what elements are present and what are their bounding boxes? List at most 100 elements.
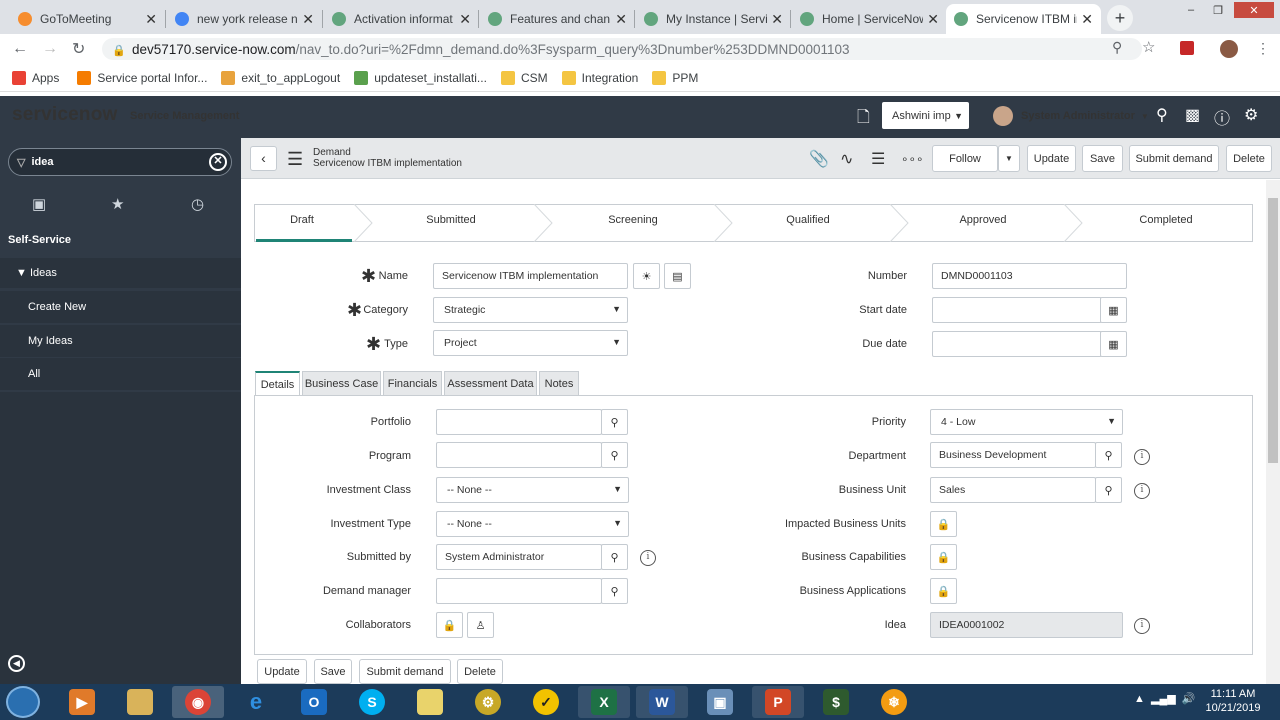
favorites-star-icon[interactable]: ★ (111, 195, 124, 213)
close-tab-icon[interactable]: ✕ (1081, 11, 1093, 28)
browser-tab[interactable]: new york release n ✕ (167, 4, 322, 34)
investment-class-select[interactable]: -- None -- ▼ (436, 477, 629, 503)
browser-tab[interactable]: Activation informat ✕ (324, 4, 479, 34)
bookmark-item[interactable]: Apps (12, 70, 59, 85)
search-icon[interactable]: ⚲ (1156, 105, 1168, 125)
tab-details[interactable]: Details (255, 371, 300, 397)
close-tab-icon[interactable]: ✕ (302, 11, 314, 28)
minimize-button[interactable]: – (1178, 2, 1204, 18)
bottom-submit-demand-button[interactable]: Submit demand (359, 659, 451, 684)
activity-pulse-icon[interactable]: ∿ (840, 149, 853, 169)
lightbulb-icon[interactable]: ☀ (633, 263, 660, 289)
bookmark-item[interactable]: Service portal Infor... (77, 70, 207, 85)
bottom-delete-button[interactable]: Delete (457, 659, 503, 684)
back-arrow-icon[interactable]: ← (12, 40, 28, 58)
scrollbar-thumb[interactable] (1268, 198, 1278, 463)
lookup-search-icon[interactable]: ⚲ (1095, 442, 1122, 468)
close-tab-icon[interactable]: ✕ (771, 11, 783, 28)
lock-icon[interactable]: 🔒 (930, 544, 957, 570)
attachment-paperclip-icon[interactable]: 📎 (809, 149, 829, 169)
close-tab-icon[interactable]: ✕ (145, 11, 157, 28)
collapse-navigator-icon[interactable]: ◀ (8, 655, 25, 672)
new-tab-button[interactable]: + (1107, 5, 1133, 31)
tab-notes[interactable]: Notes (539, 371, 579, 396)
domain-picker[interactable]: Ashwini imp ▼ (882, 102, 969, 129)
sticky-notes-icon[interactable] (404, 686, 456, 718)
excel-icon[interactable]: X (578, 686, 630, 718)
lock-icon[interactable]: 🔒 (930, 578, 957, 604)
database-icon[interactable]: ▤ (664, 263, 691, 289)
close-tab-icon[interactable]: ✕ (927, 11, 939, 28)
bookmark-item[interactable]: PPM (652, 70, 698, 85)
submitted-by-field[interactable]: System Administrator (436, 544, 602, 570)
snowflake-app-icon[interactable]: ❄ (868, 686, 920, 718)
media-player-icon[interactable]: ▶ (56, 686, 108, 718)
zoom-search-icon[interactable]: ⚲ (1112, 39, 1122, 56)
info-icon[interactable]: i (1134, 618, 1150, 634)
follow-button[interactable]: Follow (932, 145, 998, 172)
history-clock-icon[interactable]: ◷ (191, 195, 204, 213)
windows-start-button[interactable] (6, 686, 40, 718)
bookmark-item[interactable]: updateset_installati... (354, 70, 487, 85)
dollar-app-icon[interactable]: $ (810, 686, 862, 718)
nav-section-self-service[interactable]: Self-Service (0, 224, 241, 256)
context-menu-icon[interactable]: ☰ (287, 149, 303, 170)
bottom-save-button[interactable]: Save (314, 659, 352, 684)
follow-dropdown-button[interactable]: ▼ (998, 145, 1020, 172)
nav-module-ideas[interactable]: ▼ Ideas (0, 258, 241, 288)
lock-icon[interactable]: 🔒 (930, 511, 957, 537)
business-unit-field[interactable]: Sales (930, 477, 1096, 503)
mcafee-extension-icon[interactable] (1180, 41, 1194, 55)
navigator-filter[interactable]: ▽ idea ✕ (8, 148, 232, 176)
calendar-icon[interactable]: ▦ (1100, 297, 1127, 323)
bookmark-item[interactable]: CSM (500, 70, 548, 85)
demand-manager-field[interactable] (436, 578, 602, 604)
nav-item-all[interactable]: All (0, 358, 241, 390)
name-field[interactable]: Servicenow ITBM implementation (433, 263, 628, 289)
browser-tab[interactable]: My Instance | Servi ✕ (636, 4, 791, 34)
program-field[interactable] (436, 442, 602, 468)
personalize-sliders-icon[interactable]: ☰ (871, 149, 885, 169)
submit-demand-button[interactable]: Submit demand (1129, 145, 1219, 172)
internet-explorer-icon[interactable]: e (230, 686, 282, 718)
more-options-icon[interactable]: ∘∘∘ (901, 152, 924, 166)
norton-icon[interactable]: ✓ (520, 686, 572, 718)
number-field[interactable]: DMND0001103 (932, 263, 1127, 289)
update-button[interactable]: Update (1027, 145, 1076, 172)
lock-icon[interactable]: 🔒 (436, 612, 463, 638)
info-icon[interactable]: i (1134, 449, 1150, 465)
bottom-update-button[interactable]: Update (257, 659, 307, 684)
bookmark-item[interactable]: exit_to_appLogout (221, 70, 340, 85)
lookup-search-icon[interactable]: ⚲ (601, 544, 628, 570)
category-select[interactable]: Strategic ▼ (433, 297, 628, 323)
gear-icon[interactable]: ⚙ (1244, 105, 1258, 125)
system-tray[interactable]: ▲ ▂▄▆ 🔊 (1134, 692, 1196, 705)
forward-arrow-icon[interactable]: → (42, 40, 58, 58)
servicenow-logo[interactable]: servicenow (12, 104, 118, 126)
browser-tab[interactable]: Home | ServiceNow ✕ (792, 4, 947, 34)
department-field[interactable]: Business Development (930, 442, 1096, 468)
powerpoint-icon[interactable]: P (752, 686, 804, 718)
close-tab-icon[interactable]: ✕ (459, 11, 471, 28)
help-icon[interactable]: ⓘ (1214, 105, 1230, 129)
archive-icon[interactable]: ▣ (32, 195, 46, 213)
chrome-taskbar-icon[interactable]: ◉ (172, 686, 224, 718)
calendar-icon[interactable]: ▦ (1100, 331, 1127, 357)
tab-assessment-data[interactable]: Assessment Data (444, 371, 537, 396)
remote-desktop-icon[interactable]: ▣ (694, 686, 746, 718)
save-button[interactable]: Save (1082, 145, 1123, 172)
nav-item-create-new[interactable]: Create New (0, 291, 241, 323)
copy-icon[interactable]: 🗋 (857, 106, 870, 133)
reload-icon[interactable]: ↻ (72, 39, 85, 59)
tab-business-case[interactable]: Business Case (302, 371, 381, 396)
app-gear-icon[interactable]: ⚙ (462, 686, 514, 718)
idea-field[interactable]: IDEA0001002 (930, 612, 1123, 638)
start-date-field[interactable] (932, 297, 1102, 323)
investment-type-select[interactable]: -- None -- ▼ (436, 511, 629, 537)
lookup-search-icon[interactable]: ⚲ (601, 409, 628, 435)
file-explorer-icon[interactable] (114, 686, 166, 718)
delete-button[interactable]: Delete (1226, 145, 1272, 172)
clear-filter-icon[interactable]: ✕ (209, 153, 227, 171)
info-icon[interactable]: i (640, 550, 656, 566)
chat-icon[interactable]: ▩ (1185, 105, 1200, 125)
